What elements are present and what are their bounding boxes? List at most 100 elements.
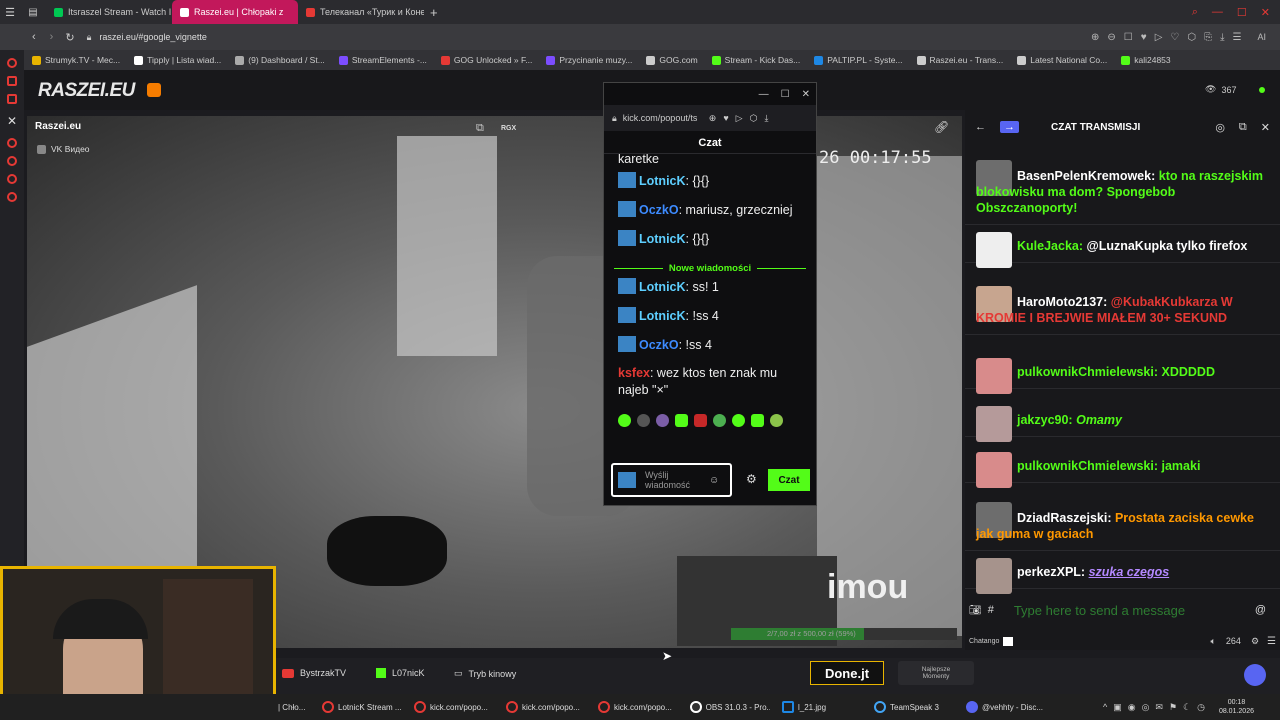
bookmark-item[interactable]: Stream - Kick Das...: [711, 55, 800, 65]
taskbar-item[interactable]: | Chło...: [272, 694, 316, 720]
tab-2[interactable]: Raszei.eu | Chłopaki z: [172, 0, 298, 24]
chat-username[interactable]: LotnicK: [639, 232, 686, 246]
chat-forward-icon[interactable]: →: [1000, 121, 1019, 133]
hash-icon[interactable]: #: [988, 604, 994, 616]
clock[interactable]: 00:18 08.01.2026: [1219, 698, 1254, 716]
sidebar-icon-6[interactable]: [7, 174, 17, 184]
bookmark-item[interactable]: GOG Unlocked » F...: [440, 55, 532, 65]
forward-icon[interactable]: ›: [50, 31, 54, 43]
taskbar-item[interactable]: OBS 31.0.3 - Pro...: [684, 694, 776, 720]
bookmark-item[interactable]: GOG.com: [646, 55, 698, 65]
back-icon[interactable]: ‹: [32, 31, 36, 43]
browser-menu-icon[interactable]: ☰: [0, 0, 20, 24]
chat-username[interactable]: OczkO: [639, 338, 679, 352]
taskbar-item[interactable]: kick.com/popo...: [500, 694, 592, 720]
volume-icon[interactable]: 🔈︎: [1211, 636, 1216, 647]
pip-icon[interactable]: ⧉: [476, 122, 484, 135]
minimize-icon[interactable]: —: [1212, 6, 1223, 18]
bookmark-item[interactable]: Raszei.eu - Trans...: [916, 55, 1003, 65]
sidebar-icon-4[interactable]: [7, 138, 17, 148]
sidebar-icon-3[interactable]: [7, 94, 17, 104]
taskbar-item[interactable]: @vehhty - Disc...: [960, 694, 1052, 720]
chat-username[interactable]: OczkO: [639, 203, 679, 217]
chat-username[interactable]: ksfex: [618, 366, 650, 380]
discord-icon[interactable]: ◎: [1215, 121, 1225, 134]
at-icon[interactable]: @: [1255, 604, 1266, 616]
rss-icon[interactable]: [147, 83, 161, 97]
chat-username[interactable]: jakzyc90:: [1017, 413, 1073, 427]
bookmark-item[interactable]: PALTIP.PL - Syste...: [814, 55, 903, 65]
taskbar-item[interactable]: kick.com/popo...: [408, 694, 500, 720]
sidebar-icon-1[interactable]: [7, 58, 17, 68]
sidebar-icon-7[interactable]: [7, 192, 17, 202]
bookmark-item[interactable]: Przycinanie muzy...: [546, 55, 632, 65]
chat-username[interactable]: pulkownikChmielewski:: [1017, 365, 1158, 379]
taskbar-item[interactable]: LotnicK Stream ...: [316, 694, 408, 720]
taskbar-item[interactable]: kick.com/popo...: [592, 694, 684, 720]
taskbar-item[interactable]: l_21.jpg: [776, 694, 868, 720]
bookmark-item[interactable]: Strumyk.TV - Mec...: [32, 55, 120, 65]
bookmark-item[interactable]: Latest National Co...: [1017, 55, 1107, 65]
close-icon[interactable]: ✕: [1261, 6, 1270, 19]
tray-icons[interactable]: ^▣◉◎✉⚑☾◷: [1103, 702, 1211, 713]
popup-message-input[interactable]: Wyślij wiadomość ☺: [611, 463, 732, 497]
chat-username[interactable]: LotnicK: [639, 174, 686, 188]
emote-icon[interactable]: [694, 414, 707, 427]
reload-icon[interactable]: ↻: [65, 31, 74, 44]
popup-url[interactable]: kick.com/popout/ts: [623, 113, 703, 123]
chat-username[interactable]: pulkownikChmielewski:: [1017, 459, 1158, 473]
chat-username[interactable]: LotnicK: [639, 280, 686, 294]
bookmark-item[interactable]: (9) Dashboard / St...: [235, 55, 325, 65]
emote-icon[interactable]: [770, 414, 783, 427]
extensions-icons[interactable]: ⊕⊖☐♥▷♡⬡⎘⤓☰: [1091, 32, 1249, 43]
best-moments-button[interactable]: Najlepsze Momenty: [898, 661, 974, 685]
popout-icon[interactable]: ⧉: [1239, 121, 1247, 134]
emote-icon[interactable]: [675, 414, 688, 427]
taskbar-item[interactable]: TeamSpeak 3: [868, 694, 960, 720]
emote-icon[interactable]: [732, 414, 745, 427]
chat-username[interactable]: perkezXPL:: [1017, 565, 1085, 579]
emote-icon[interactable]: [713, 414, 726, 427]
tab-1[interactable]: Itsraszel Stream - Watch I: [46, 0, 172, 24]
chat-send-button[interactable]: Czat: [768, 469, 810, 491]
chat-username[interactable]: KuleJacka:: [1017, 239, 1083, 253]
chat-back-icon[interactable]: ←: [975, 121, 986, 133]
tab-3[interactable]: Телеканал «Турик и Коне: [298, 0, 424, 24]
chat-username[interactable]: BasenPelenKremowek:: [1017, 169, 1155, 183]
chat-username[interactable]: LotnicK: [639, 309, 686, 323]
chat-settings-icon[interactable]: ⚙: [746, 472, 757, 486]
popup-maximize-icon[interactable]: ☐: [781, 89, 790, 100]
emote-icon[interactable]: [637, 414, 650, 427]
bookmark-item[interactable]: kali24853: [1121, 55, 1171, 65]
chat-username[interactable]: HaroMoto2137:: [1017, 295, 1107, 309]
discord-float-icon[interactable]: [1244, 664, 1266, 686]
emoji-icon[interactable]: ☺: [709, 475, 719, 486]
sidebar-icon-5[interactable]: [7, 156, 17, 166]
emote-icon[interactable]: [656, 414, 669, 427]
chatango-input[interactable]: Type here to send a message: [1014, 603, 1249, 618]
bookmark-item[interactable]: StreamElements -...: [338, 55, 427, 65]
donejt-button[interactable]: Done.jt: [810, 661, 884, 685]
bookmark-item[interactable]: Tipply | Lista wiad...: [134, 55, 221, 65]
cinema-mode-button[interactable]: ▭ Tryb kinowy: [454, 668, 516, 679]
popup-minimize-icon[interactable]: —: [759, 89, 769, 100]
close-sidebar-icon[interactable]: ✕: [0, 114, 24, 128]
sidebar-icon-2[interactable]: [7, 76, 17, 86]
search-tabs-icon[interactable]: ⌕: [1192, 6, 1198, 19]
link-icon[interactable]: 🔗︎: [934, 120, 949, 134]
emote-icon[interactable]: [751, 414, 764, 427]
emote-icon[interactable]: [618, 414, 631, 427]
camera-icon[interactable]: 📷︎: [969, 605, 982, 616]
url-field[interactable]: raszei.eu/#google_vignette: [99, 32, 207, 42]
ai-label[interactable]: AI: [1257, 32, 1266, 42]
popup-close-icon[interactable]: ✕: [802, 89, 810, 100]
menu-icon[interactable]: ☰: [1267, 636, 1276, 647]
site-logo[interactable]: RASZEI.EU: [38, 80, 135, 102]
popup-toolbar-icons[interactable]: ⊕♥▷⬡⤓: [709, 113, 776, 124]
streamer-link-2[interactable]: L07nicK: [376, 668, 425, 678]
streamer-link-1[interactable]: BystrzakTV: [282, 668, 346, 678]
chat-username[interactable]: DziadRaszejski:: [1017, 511, 1111, 525]
emote-row[interactable]: [604, 410, 816, 427]
settings-icon[interactable]: ⚙: [1251, 636, 1259, 647]
chat-close-icon[interactable]: ✕: [1261, 121, 1270, 134]
